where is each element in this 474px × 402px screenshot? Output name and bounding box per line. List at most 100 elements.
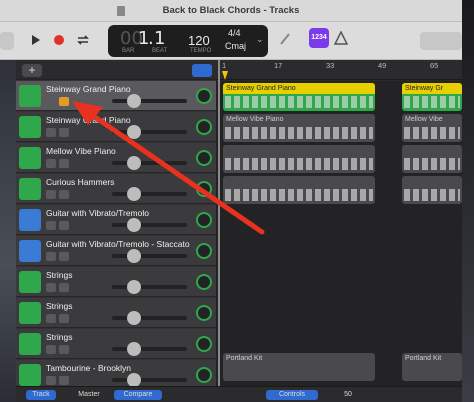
control-bar-right-button[interactable]: [420, 32, 462, 50]
pan-knob[interactable]: [196, 119, 212, 135]
play-icon[interactable]: [31, 34, 41, 46]
midi-region[interactable]: [223, 176, 375, 204]
midi-notes: [225, 158, 373, 170]
volume-slider[interactable]: [112, 249, 187, 263]
headphones-icon[interactable]: [59, 159, 69, 168]
volume-slider[interactable]: [112, 156, 187, 170]
track-row[interactable]: Guitar with Vibrato/Tremolo - Staccato: [16, 236, 216, 266]
headphones-icon[interactable]: [59, 376, 69, 385]
headphones-icon[interactable]: [59, 190, 69, 199]
volume-knob[interactable]: [127, 218, 141, 232]
volume-slider[interactable]: [112, 280, 187, 294]
volume-knob[interactable]: [127, 125, 141, 139]
midi-notes: [404, 158, 460, 170]
midi-region[interactable]: [402, 176, 462, 204]
midi-region[interactable]: Steinway Grand Piano: [223, 83, 375, 111]
lcd-time-signature: 4/4: [228, 28, 241, 38]
logic-window: Back to Black Chords - Tracks 00 1 . 1 B…: [0, 0, 474, 402]
catch-playhead-button[interactable]: [192, 64, 212, 77]
cycle-icon[interactable]: [75, 34, 91, 46]
midi-notes: [225, 189, 373, 201]
volume-knob[interactable]: [127, 249, 141, 263]
volume-slider[interactable]: [112, 187, 187, 201]
record-icon[interactable]: [53, 34, 65, 46]
track-name: Tambourine - Brooklyn: [46, 363, 132, 373]
chevron-down-icon[interactable]: ⌄: [256, 34, 264, 45]
headphones-icon[interactable]: [59, 314, 69, 323]
mute-icon[interactable]: [46, 97, 56, 106]
drummer-region[interactable]: Portland Kit: [223, 353, 375, 381]
headphones-icon[interactable]: [59, 345, 69, 354]
volume-slider[interactable]: [112, 373, 187, 387]
volume-slider[interactable]: [112, 94, 187, 108]
count-in-button[interactable]: 1234: [309, 28, 329, 48]
pan-knob[interactable]: [196, 150, 212, 166]
tab-master[interactable]: Master: [72, 390, 106, 400]
pan-knob[interactable]: [196, 88, 212, 104]
drummer-region[interactable]: Portland Kit: [402, 353, 462, 381]
track-row[interactable]: Mellow Vibe Piano: [16, 143, 216, 173]
mute-icon[interactable]: [46, 314, 56, 323]
midi-region[interactable]: Steinway Gr: [402, 83, 462, 111]
tab-controls[interactable]: Controls: [266, 390, 318, 400]
volume-knob[interactable]: [127, 280, 141, 294]
midi-region[interactable]: [402, 145, 462, 173]
volume-slider[interactable]: [112, 311, 187, 325]
midi-notes: [225, 127, 373, 139]
midi-region[interactable]: Mellow Vibe: [402, 114, 462, 142]
headphones-icon[interactable]: [59, 97, 69, 106]
volume-slider[interactable]: [112, 218, 187, 232]
headphones-icon[interactable]: [59, 221, 69, 230]
midi-region[interactable]: [223, 145, 375, 173]
region-name: Portland Kit: [405, 355, 442, 362]
track-row[interactable]: Curious Hammers: [16, 174, 216, 204]
track-row[interactable]: Steinway Grand Piano: [16, 81, 216, 111]
pan-knob[interactable]: [196, 274, 212, 290]
pan-knob[interactable]: [196, 181, 212, 197]
pan-knob[interactable]: [196, 367, 212, 383]
volume-knob[interactable]: [127, 187, 141, 201]
volume-knob[interactable]: [127, 311, 141, 325]
track-row[interactable]: Strings: [16, 298, 216, 328]
headphones-icon[interactable]: [59, 128, 69, 137]
lcd-bar-label: BAR: [122, 48, 135, 54]
tuner-icon[interactable]: [278, 32, 292, 46]
volume-knob[interactable]: [127, 373, 141, 387]
pan-knob[interactable]: [196, 212, 212, 228]
lcd-display[interactable]: 00 1 . 1 BAR BEAT 120 TEMPO 4/4 Cmaj ⌄: [108, 25, 268, 57]
volume-knob[interactable]: [127, 156, 141, 170]
headphones-icon[interactable]: [59, 252, 69, 261]
pan-knob[interactable]: [196, 336, 212, 352]
track-row[interactable]: Steinway Grand Piano: [16, 112, 216, 142]
track-row[interactable]: Guitar with Vibrato/Tremolo: [16, 205, 216, 235]
pan-knob[interactable]: [196, 243, 212, 259]
mute-icon[interactable]: [46, 190, 56, 199]
add-track-button[interactable]: +: [22, 64, 42, 77]
control-bar-left-button[interactable]: [0, 32, 14, 50]
volume-knob[interactable]: [127, 342, 141, 356]
playhead[interactable]: [218, 60, 220, 396]
timeline-ruler[interactable]: 1 17 33 49 65: [216, 60, 462, 80]
tab-track[interactable]: Track: [26, 390, 56, 400]
tracks-area[interactable]: Steinway Grand Piano Steinway Gr Mellow …: [216, 81, 462, 396]
tab-compare[interactable]: Compare: [114, 390, 162, 400]
mute-icon[interactable]: [46, 283, 56, 292]
metronome-icon[interactable]: [334, 31, 348, 45]
midi-region[interactable]: Mellow Vibe Piano: [223, 114, 375, 142]
mute-icon[interactable]: [46, 376, 56, 385]
volume-slider[interactable]: [112, 125, 187, 139]
mute-icon[interactable]: [46, 345, 56, 354]
track-header-toolbar: +: [16, 60, 216, 80]
waveform-icon: [19, 240, 41, 262]
mute-icon[interactable]: [46, 159, 56, 168]
ruler-mark: 49: [378, 61, 387, 70]
volume-knob[interactable]: [127, 94, 141, 108]
track-row[interactable]: Strings: [16, 329, 216, 359]
pan-knob[interactable]: [196, 305, 212, 321]
mute-icon[interactable]: [46, 128, 56, 137]
volume-slider[interactable]: [112, 342, 187, 356]
headphones-icon[interactable]: [59, 283, 69, 292]
track-row[interactable]: Strings: [16, 267, 216, 297]
mute-icon[interactable]: [46, 221, 56, 230]
mute-icon[interactable]: [46, 252, 56, 261]
